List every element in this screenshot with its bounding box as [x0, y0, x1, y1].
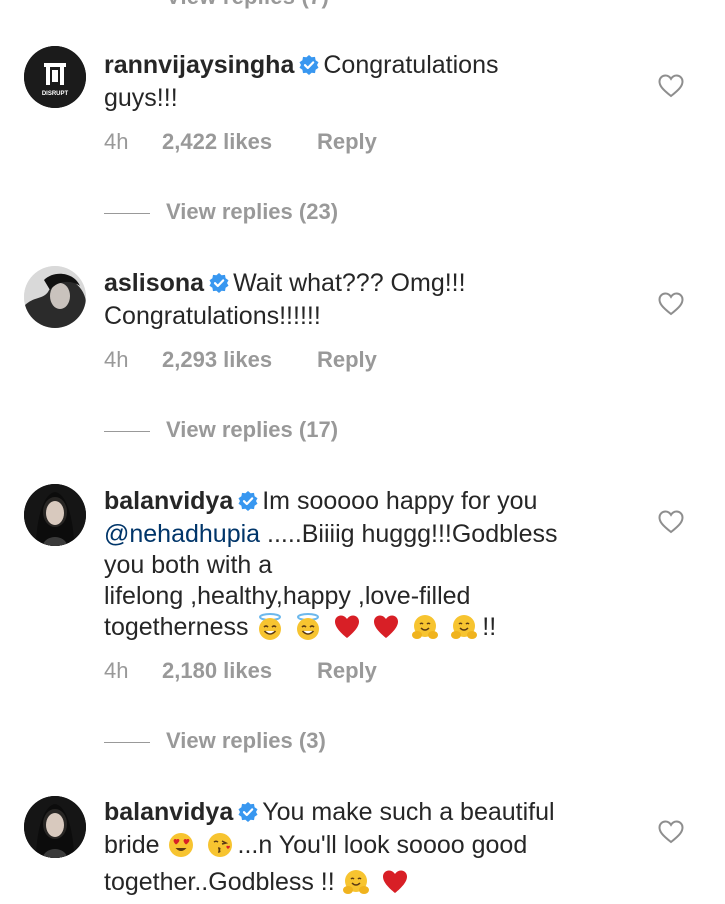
comment-likes[interactable]: 2,293 likes: [162, 347, 317, 373]
replies-divider: [104, 430, 150, 432]
comment-line: guys!!!: [104, 84, 178, 112]
profile-photo-icon: [24, 484, 86, 546]
view-replies-label: View replies (23): [166, 199, 339, 224]
emoji-row: [256, 613, 483, 649]
comment-line: !!: [482, 613, 497, 641]
verified-badge-icon: [238, 799, 258, 830]
like-heart-icon[interactable]: [658, 820, 684, 844]
comment-username[interactable]: aslisona: [104, 269, 204, 297]
reply-button[interactable]: Reply: [317, 347, 377, 373]
comment-line: Wait what??? Omg!!!: [233, 269, 466, 297]
verified-badge-icon: [209, 270, 229, 301]
red-heart-emoji-icon: [335, 615, 360, 638]
comment-likes[interactable]: 2,422 likes: [162, 129, 317, 155]
like-heart-icon[interactable]: [658, 292, 684, 316]
hugging-face-emoji-icon: [342, 870, 369, 894]
comment-line: you both with a: [104, 551, 273, 579]
comment-meta: 4h 2,180 likes Reply: [104, 658, 377, 684]
reply-button[interactable]: Reply: [317, 658, 377, 684]
view-replies-button[interactable]: View replies (23): [104, 199, 338, 225]
like-heart-icon[interactable]: [658, 510, 684, 534]
heart-eyes-emoji-icon: [168, 833, 193, 857]
comment-line: together..Godbless !!: [104, 868, 335, 896]
replies-divider: [104, 741, 150, 743]
comment-line: Congratulations!!!!!!: [104, 302, 321, 330]
comments-screen: View replies (7) DISRUPT rannvijaysingha…: [0, 0, 725, 896]
comment-time: 4h: [104, 129, 129, 154]
comment-line: Im sooooo happy for you: [262, 487, 538, 515]
red-heart-emoji-icon: [382, 870, 407, 893]
view-replies-button[interactable]: View replies (17): [104, 417, 338, 443]
comment-username[interactable]: rannvijaysingha: [104, 51, 294, 79]
like-heart-icon[interactable]: [658, 74, 684, 98]
comment-line: You make such a beautiful: [262, 798, 555, 826]
view-replies-label: View replies (3): [166, 728, 326, 753]
verified-badge-icon: [238, 488, 258, 519]
view-replies-button[interactable]: View replies (3): [104, 728, 326, 754]
avatar[interactable]: [24, 796, 86, 858]
avatar-text: DISRUPT: [42, 91, 69, 97]
comment-text: rannvijaysingha Congratulations guys!!!: [104, 50, 644, 114]
mention-link[interactable]: @nehadhupia: [104, 520, 260, 548]
avatar[interactable]: [24, 484, 86, 546]
comment-username[interactable]: balanvidya: [104, 798, 233, 826]
comment-line: bride: [104, 831, 160, 859]
comment-line: ...n You'll look soooo good: [237, 831, 528, 859]
red-heart-emoji-icon: [374, 615, 399, 638]
emoji-row: [167, 831, 238, 867]
replies-divider: [104, 212, 150, 214]
smiling-halo-emoji-icon: [297, 613, 320, 640]
comment-likes[interactable]: 2,180 likes: [162, 658, 317, 684]
comment-username[interactable]: balanvidya: [104, 487, 233, 515]
hugging-face-emoji-icon: [412, 615, 439, 639]
profile-photo-icon: [24, 796, 86, 858]
avatar[interactable]: DISRUPT: [24, 46, 86, 108]
smiling-halo-emoji-icon: [258, 613, 281, 640]
verified-badge-icon: [299, 52, 319, 83]
reply-button[interactable]: Reply: [317, 129, 377, 155]
hugging-face-emoji-icon: [451, 615, 478, 639]
profile-photo-icon: [24, 266, 86, 328]
comment-line: togetherness: [104, 613, 249, 641]
comment-text: balanvidya Im sooooo happy for you @nehad…: [104, 486, 644, 649]
view-replies-label: View replies (17): [166, 417, 339, 442]
comment-text: aslisona Wait what??? Omg!!! Congratulati…: [104, 268, 644, 332]
comment-line: lifelong ,healthy,happy ,love-filled: [104, 582, 471, 610]
comment-meta: 4h 2,293 likes Reply: [104, 347, 377, 373]
kissing-face-emoji-icon: [207, 833, 232, 857]
emoji-row: [342, 868, 413, 904]
comment-line: Congratulations: [323, 51, 499, 79]
disrupt-logo-icon: DISRUPT: [24, 46, 86, 108]
comment-time: 4h: [104, 658, 129, 683]
view-replies-partial[interactable]: View replies (7): [166, 0, 329, 10]
comment-line: .....Biiiig huggg!!!Godbless: [267, 520, 558, 548]
comment-time: 4h: [104, 347, 129, 372]
avatar[interactable]: [24, 266, 86, 328]
comment-meta: 4h 2,422 likes Reply: [104, 129, 377, 155]
